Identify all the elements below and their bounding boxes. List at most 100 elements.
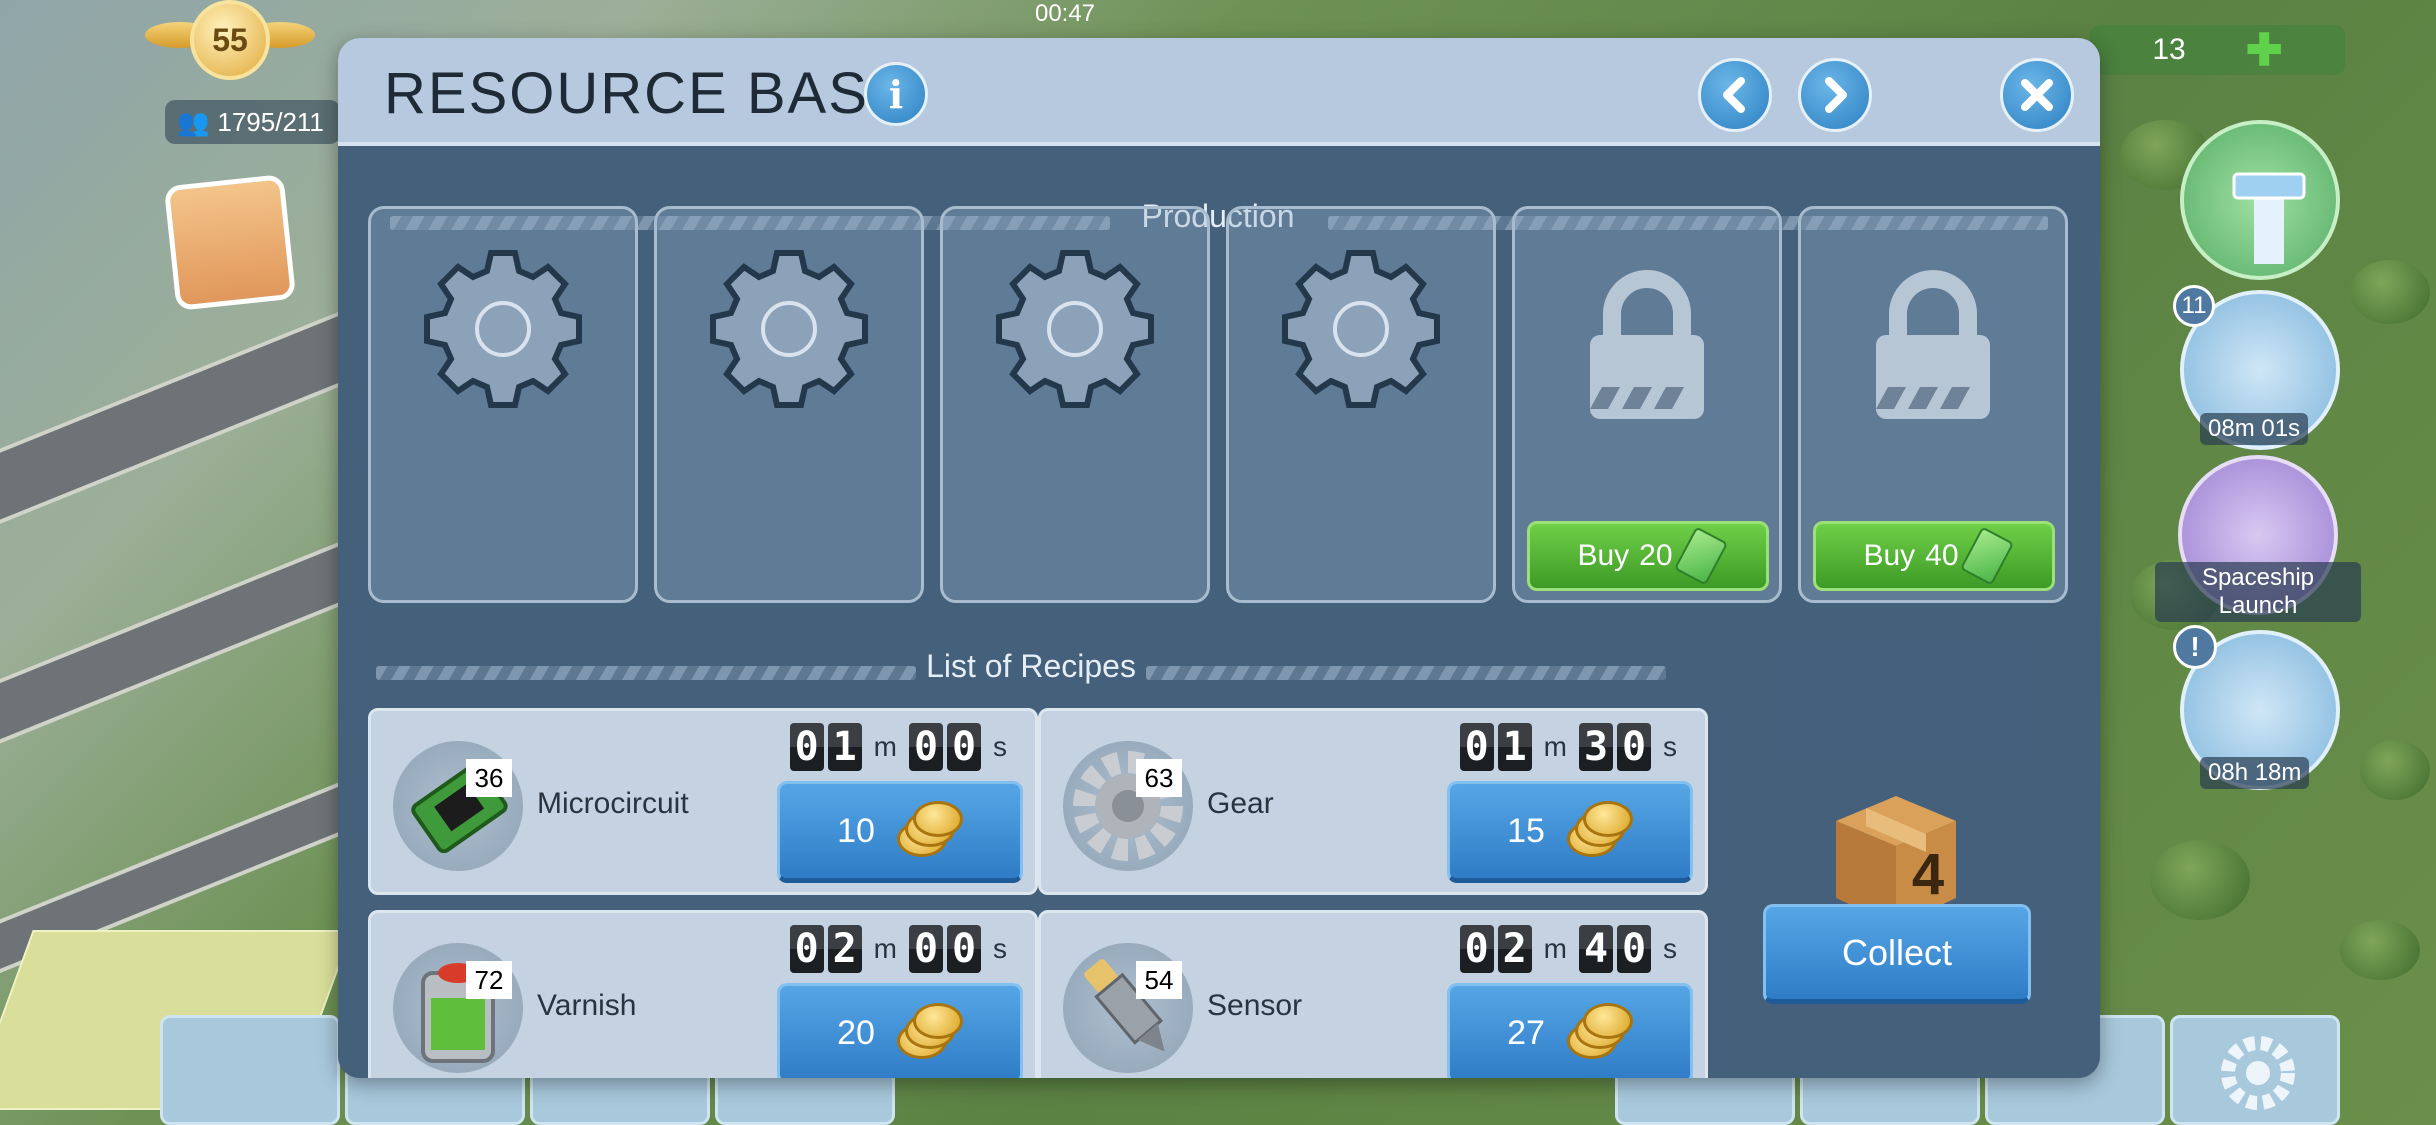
speed-timer: 08h 18m: [2200, 757, 2310, 789]
divider: [1146, 666, 1666, 680]
produce-button[interactable]: 10: [777, 781, 1023, 883]
recipe-timer: 0 1 m 0 0 s: [789, 721, 1015, 773]
recipe-card-microcircuit[interactable]: 36 Microcircuit 0 1 m 0 0 s 10: [368, 708, 1038, 895]
recipe-name: Microcircuit: [537, 787, 689, 820]
recipe-count: 72: [466, 961, 512, 999]
gear-icon: [996, 250, 1154, 408]
settings-button[interactable]: [2170, 1015, 2340, 1125]
gear-icon: [710, 250, 868, 408]
dialog-title: RESOURCE BASE: [384, 61, 910, 126]
recipe-card-varnish[interactable]: 72 Varnish 0 2 m 0 0 s 20: [368, 910, 1038, 1078]
control-tower-icon: [2232, 172, 2306, 264]
buy-slot-button[interactable]: Buy 40: [1813, 521, 2055, 591]
recipes-heading: List of Recipes: [926, 647, 1136, 684]
tree: [2150, 840, 2250, 920]
produce-button[interactable]: 15: [1447, 781, 1693, 883]
recipe-count: 54: [1136, 961, 1182, 999]
divider: [376, 666, 916, 680]
cash-value: 13: [2152, 33, 2186, 66]
timer-digit: 2: [1497, 925, 1532, 973]
alert-icon: !: [2173, 625, 2217, 669]
locked-slot[interactable]: Buy 20: [1512, 206, 1782, 603]
timer-digit: 0: [789, 925, 824, 973]
people-icon: 👥: [177, 106, 210, 137]
timer-digit: 0: [909, 925, 943, 973]
gear-icon: [1282, 250, 1440, 408]
tree: [2340, 920, 2420, 980]
minutes-unit: m: [1543, 933, 1567, 964]
timer-digit: 0: [1459, 925, 1494, 973]
box-count: 4: [1912, 842, 1944, 907]
minutes-unit: m: [873, 933, 897, 964]
recipe-count: 63: [1136, 759, 1182, 797]
timer-digit: 1: [827, 723, 862, 771]
lock-icon: [1590, 270, 1704, 419]
player-level-badge[interactable]: 55: [145, 0, 315, 85]
close-button[interactable]: [2000, 58, 2074, 132]
produce-button[interactable]: 27: [1447, 983, 1693, 1078]
locked-slot[interactable]: Buy 40: [1798, 206, 2068, 603]
resource-base-dialog: RESOURCE BASE i Production Buy 20 Buy 40…: [338, 38, 2100, 1078]
timer-digit: 0: [1459, 723, 1494, 771]
seconds-unit: s: [1663, 933, 1677, 964]
recipe-name: Gear: [1207, 787, 1274, 820]
gear-icon: [424, 250, 582, 408]
recipe-price: 15: [1507, 811, 1545, 850]
clock-time: 00:47: [1034, 0, 1096, 27]
recipe-card-gear[interactable]: 63 Gear 0 1 m 3 0 s 15: [1038, 708, 1708, 895]
buy-label: Buy: [1577, 539, 1630, 572]
seconds-unit: s: [993, 731, 1007, 762]
timer-digit: 1: [1497, 723, 1532, 771]
cash-counter[interactable]: 13 ✚: [2090, 25, 2345, 75]
tree: [2350, 260, 2430, 324]
timer-digit: 0: [947, 723, 981, 771]
recipe-card-sensor[interactable]: 54 Sensor 0 2 m 4 0 s 27: [1038, 910, 1708, 1078]
timer-digit: 0: [909, 723, 943, 771]
buy-price: 20: [1639, 539, 1673, 572]
info-button[interactable]: i: [864, 62, 928, 126]
seconds-unit: s: [1663, 731, 1677, 762]
population-counter[interactable]: 👥 1795/211: [165, 100, 340, 144]
coins-icon: [893, 801, 963, 861]
coins-icon: [1563, 1003, 1633, 1063]
lock-icon: [1876, 270, 1990, 419]
timer-digit: 0: [789, 723, 824, 771]
recipe-timer: 0 2 m 4 0 s: [1459, 923, 1685, 975]
recipe-price: 10: [837, 811, 875, 850]
minutes-unit: m: [873, 731, 897, 762]
buy-label: Buy: [1863, 539, 1916, 572]
add-cash-icon[interactable]: ✚: [2246, 25, 2283, 76]
buy-slot-button[interactable]: Buy 20: [1527, 521, 1769, 591]
control-tower-button[interactable]: [2180, 120, 2340, 280]
minutes-unit: m: [1543, 731, 1567, 762]
chevron-left-icon: [1723, 77, 1745, 113]
timer-digit: 0: [1617, 925, 1651, 973]
cash-bill-icon: [1673, 526, 1728, 586]
settings-gear-icon: [2221, 1036, 2295, 1110]
recipe-count: 36: [466, 759, 512, 797]
notebook-icon[interactable]: [163, 174, 297, 311]
timer-digit: 0: [1617, 723, 1651, 771]
radar-badge: 11: [2173, 285, 2215, 327]
timer-digit: 0: [947, 925, 981, 973]
timer-digit: 4: [1579, 925, 1613, 973]
seconds-unit: s: [993, 933, 1007, 964]
radar-timer: 08m 01s: [2200, 413, 2309, 445]
recipe-price: 27: [1507, 1013, 1545, 1052]
next-button[interactable]: [1798, 58, 1872, 132]
production-slot[interactable]: [368, 206, 638, 603]
flights-button[interactable]: [160, 1015, 340, 1125]
chevron-right-icon: [1825, 77, 1847, 113]
recipe-name: Sensor: [1207, 989, 1303, 1022]
tree: [2360, 740, 2430, 800]
production-slot[interactable]: [1226, 206, 1496, 603]
production-slot[interactable]: [940, 206, 1210, 603]
previous-button[interactable]: [1698, 58, 1772, 132]
level-number: 55: [190, 0, 270, 80]
production-slot[interactable]: [654, 206, 924, 603]
timer-digit: 2: [827, 925, 862, 973]
recipe-timer: 0 2 m 0 0 s: [789, 923, 1015, 975]
produce-button[interactable]: 20: [777, 983, 1023, 1078]
collect-button[interactable]: Collect: [1763, 904, 2031, 1004]
cash-bill-icon: [1959, 526, 2014, 586]
